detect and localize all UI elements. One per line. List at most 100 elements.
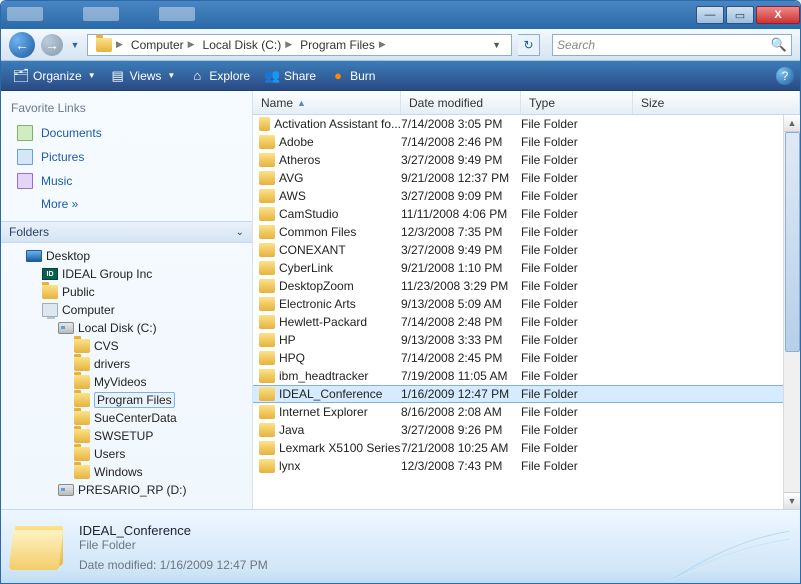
command-bar: 🗂Organize▼ ▤Views▼ ⌂Explore 👥Share ●Burn… — [1, 61, 800, 91]
folder-icon — [259, 369, 275, 383]
forward-button[interactable]: → — [41, 34, 63, 56]
tree-item[interactable]: IDIDEAL Group Inc — [7, 265, 252, 283]
chevron-down-icon: ⌄ — [236, 227, 244, 238]
favlink-documents[interactable]: Documents — [11, 121, 242, 145]
tree-item[interactable]: SWSETUP — [7, 427, 252, 445]
file-name: Electronic Arts — [279, 297, 356, 311]
scroll-up-button[interactable]: ▲ — [784, 115, 800, 132]
explore-button[interactable]: ⌂Explore — [183, 65, 256, 87]
folder-tree[interactable]: Desktop IDIDEAL Group IncPublicComputer Lo… — [1, 243, 252, 509]
col-size[interactable]: Size — [633, 91, 800, 114]
titlebar[interactable]: — ▭ X — [1, 1, 800, 29]
folder-icon — [259, 171, 275, 185]
documents-icon — [17, 125, 33, 141]
tree-item[interactable]: MyVideos — [7, 373, 252, 391]
favlink-more[interactable]: More » — [11, 193, 242, 215]
table-row[interactable]: Java3/27/2008 9:26 PMFile Folder — [253, 421, 800, 439]
vertical-scrollbar[interactable]: ▲ ▼ — [783, 115, 800, 509]
table-row[interactable]: Lexmark X5100 Series7/21/2008 10:25 AMFi… — [253, 439, 800, 457]
table-row[interactable]: AVG9/21/2008 12:37 PMFile Folder — [253, 169, 800, 187]
tree-item-label: Local Disk (C:) — [78, 321, 157, 335]
tree-item[interactable]: Desktop — [7, 247, 252, 265]
tree-item[interactable]: PRESARIO_RP (D:) — [7, 481, 252, 499]
burn-button[interactable]: ●Burn — [324, 65, 381, 87]
crumb-local-disk[interactable]: Local Disk (C:) — [203, 38, 282, 52]
table-row[interactable]: Electronic Arts9/13/2008 5:09 AMFile Fol… — [253, 295, 800, 313]
file-name: Common Files — [279, 225, 356, 239]
favlink-music[interactable]: Music — [11, 169, 242, 193]
table-row[interactable]: HPQ7/14/2008 2:45 PMFile Folder — [253, 349, 800, 367]
maximize-button[interactable]: ▭ — [726, 6, 754, 24]
table-row[interactable]: Common Files12/3/2008 7:35 PMFile Folder — [253, 223, 800, 241]
views-button[interactable]: ▤Views▼ — [104, 65, 182, 87]
organize-button[interactable]: 🗂Organize▼ — [7, 65, 102, 87]
tree-item-label: Desktop — [46, 249, 90, 263]
file-type: File Folder — [521, 117, 633, 131]
table-row[interactable]: HP9/13/2008 3:33 PMFile Folder — [253, 331, 800, 349]
table-row[interactable]: DesktopZoom11/23/2008 3:29 PMFile Folder — [253, 277, 800, 295]
folder-icon — [74, 411, 90, 425]
tree-item[interactable]: Public — [7, 283, 252, 301]
folder-icon — [74, 357, 90, 371]
table-row[interactable]: Hewlett-Packard7/14/2008 2:48 PMFile Fol… — [253, 313, 800, 331]
favlink-pictures[interactable]: Pictures — [11, 145, 242, 169]
tree-item[interactable]: Program Files — [7, 391, 252, 409]
folder-icon — [259, 423, 275, 437]
folder-icon — [74, 429, 90, 443]
refresh-button[interactable]: ↻ — [518, 34, 540, 56]
tree-item[interactable]: Users — [7, 445, 252, 463]
file-type: File Folder — [521, 189, 633, 203]
col-type[interactable]: Type — [521, 91, 633, 114]
file-rows[interactable]: Activation Assistant fo...7/14/2008 3:05… — [253, 115, 800, 509]
file-type: File Folder — [521, 441, 633, 455]
file-type: File Folder — [521, 387, 633, 401]
table-row[interactable]: CONEXANT3/27/2008 9:49 PMFile Folder — [253, 241, 800, 259]
folder-icon — [74, 375, 90, 389]
help-button[interactable]: ? — [776, 67, 794, 85]
table-row[interactable]: Internet Explorer8/16/2008 2:08 AMFile F… — [253, 403, 800, 421]
file-date: 8/16/2008 2:08 AM — [401, 405, 521, 419]
file-name: CONEXANT — [279, 243, 346, 257]
close-button[interactable]: X — [756, 6, 800, 24]
scroll-thumb[interactable] — [785, 132, 800, 352]
crumb-program-files[interactable]: Program Files — [300, 38, 375, 52]
share-icon: 👥 — [264, 68, 280, 84]
tree-item[interactable]: drivers — [7, 355, 252, 373]
table-row[interactable]: CamStudio11/11/2008 4:06 PMFile Folder — [253, 205, 800, 223]
back-button[interactable]: ← — [9, 32, 35, 58]
table-row[interactable]: IDEAL_Conference1/16/2009 12:47 PMFile F… — [253, 385, 800, 403]
share-button[interactable]: 👥Share — [258, 65, 322, 87]
file-name: CyberLink — [279, 261, 333, 275]
table-row[interactable]: Adobe7/14/2008 2:46 PMFile Folder — [253, 133, 800, 151]
col-date[interactable]: Date modified — [401, 91, 521, 114]
table-row[interactable]: CyberLink9/21/2008 1:10 PMFile Folder — [253, 259, 800, 277]
table-row[interactable]: Atheros3/27/2008 9:49 PMFile Folder — [253, 151, 800, 169]
table-row[interactable]: ibm_headtracker7/19/2008 11:05 AMFile Fo… — [253, 367, 800, 385]
file-date: 7/19/2008 11:05 AM — [401, 369, 521, 383]
tree-item[interactable]: Computer — [7, 301, 252, 319]
file-date: 7/14/2008 3:05 PM — [401, 117, 521, 131]
scroll-down-button[interactable]: ▼ — [784, 492, 800, 509]
nav-history-dropdown[interactable]: ▼ — [69, 35, 81, 55]
search-placeholder: Search — [557, 38, 771, 52]
table-row[interactable]: Activation Assistant fo...7/14/2008 3:05… — [253, 115, 800, 133]
file-name: Java — [279, 423, 304, 437]
table-row[interactable]: lynx12/3/2008 7:43 PMFile Folder — [253, 457, 800, 475]
minimize-button[interactable]: — — [696, 6, 724, 24]
table-row[interactable]: AWS3/27/2008 9:09 PMFile Folder — [253, 187, 800, 205]
breadcrumb[interactable]: ▶ Computer▶ Local Disk (C:)▶ Program Fil… — [87, 34, 512, 56]
favorite-links-header: Favorite Links — [11, 101, 242, 115]
tree-item[interactable]: Windows — [7, 463, 252, 481]
folder-icon — [42, 285, 58, 299]
tree-item-label: SWSETUP — [94, 429, 153, 443]
folders-header[interactable]: Folders ⌄ — [1, 221, 252, 243]
file-date: 11/11/2008 4:06 PM — [401, 207, 521, 221]
tree-item[interactable]: SueCenterData — [7, 409, 252, 427]
search-input[interactable]: Search 🔍 — [552, 34, 792, 56]
tree-item[interactable]: CVS — [7, 337, 252, 355]
crumb-computer[interactable]: Computer — [131, 38, 184, 52]
tree-item[interactable]: Local Disk (C:) — [7, 319, 252, 337]
breadcrumb-dropdown[interactable]: ▼ — [486, 40, 507, 50]
col-name[interactable]: Name▲ — [253, 91, 401, 114]
file-date: 9/21/2008 12:37 PM — [401, 171, 521, 185]
